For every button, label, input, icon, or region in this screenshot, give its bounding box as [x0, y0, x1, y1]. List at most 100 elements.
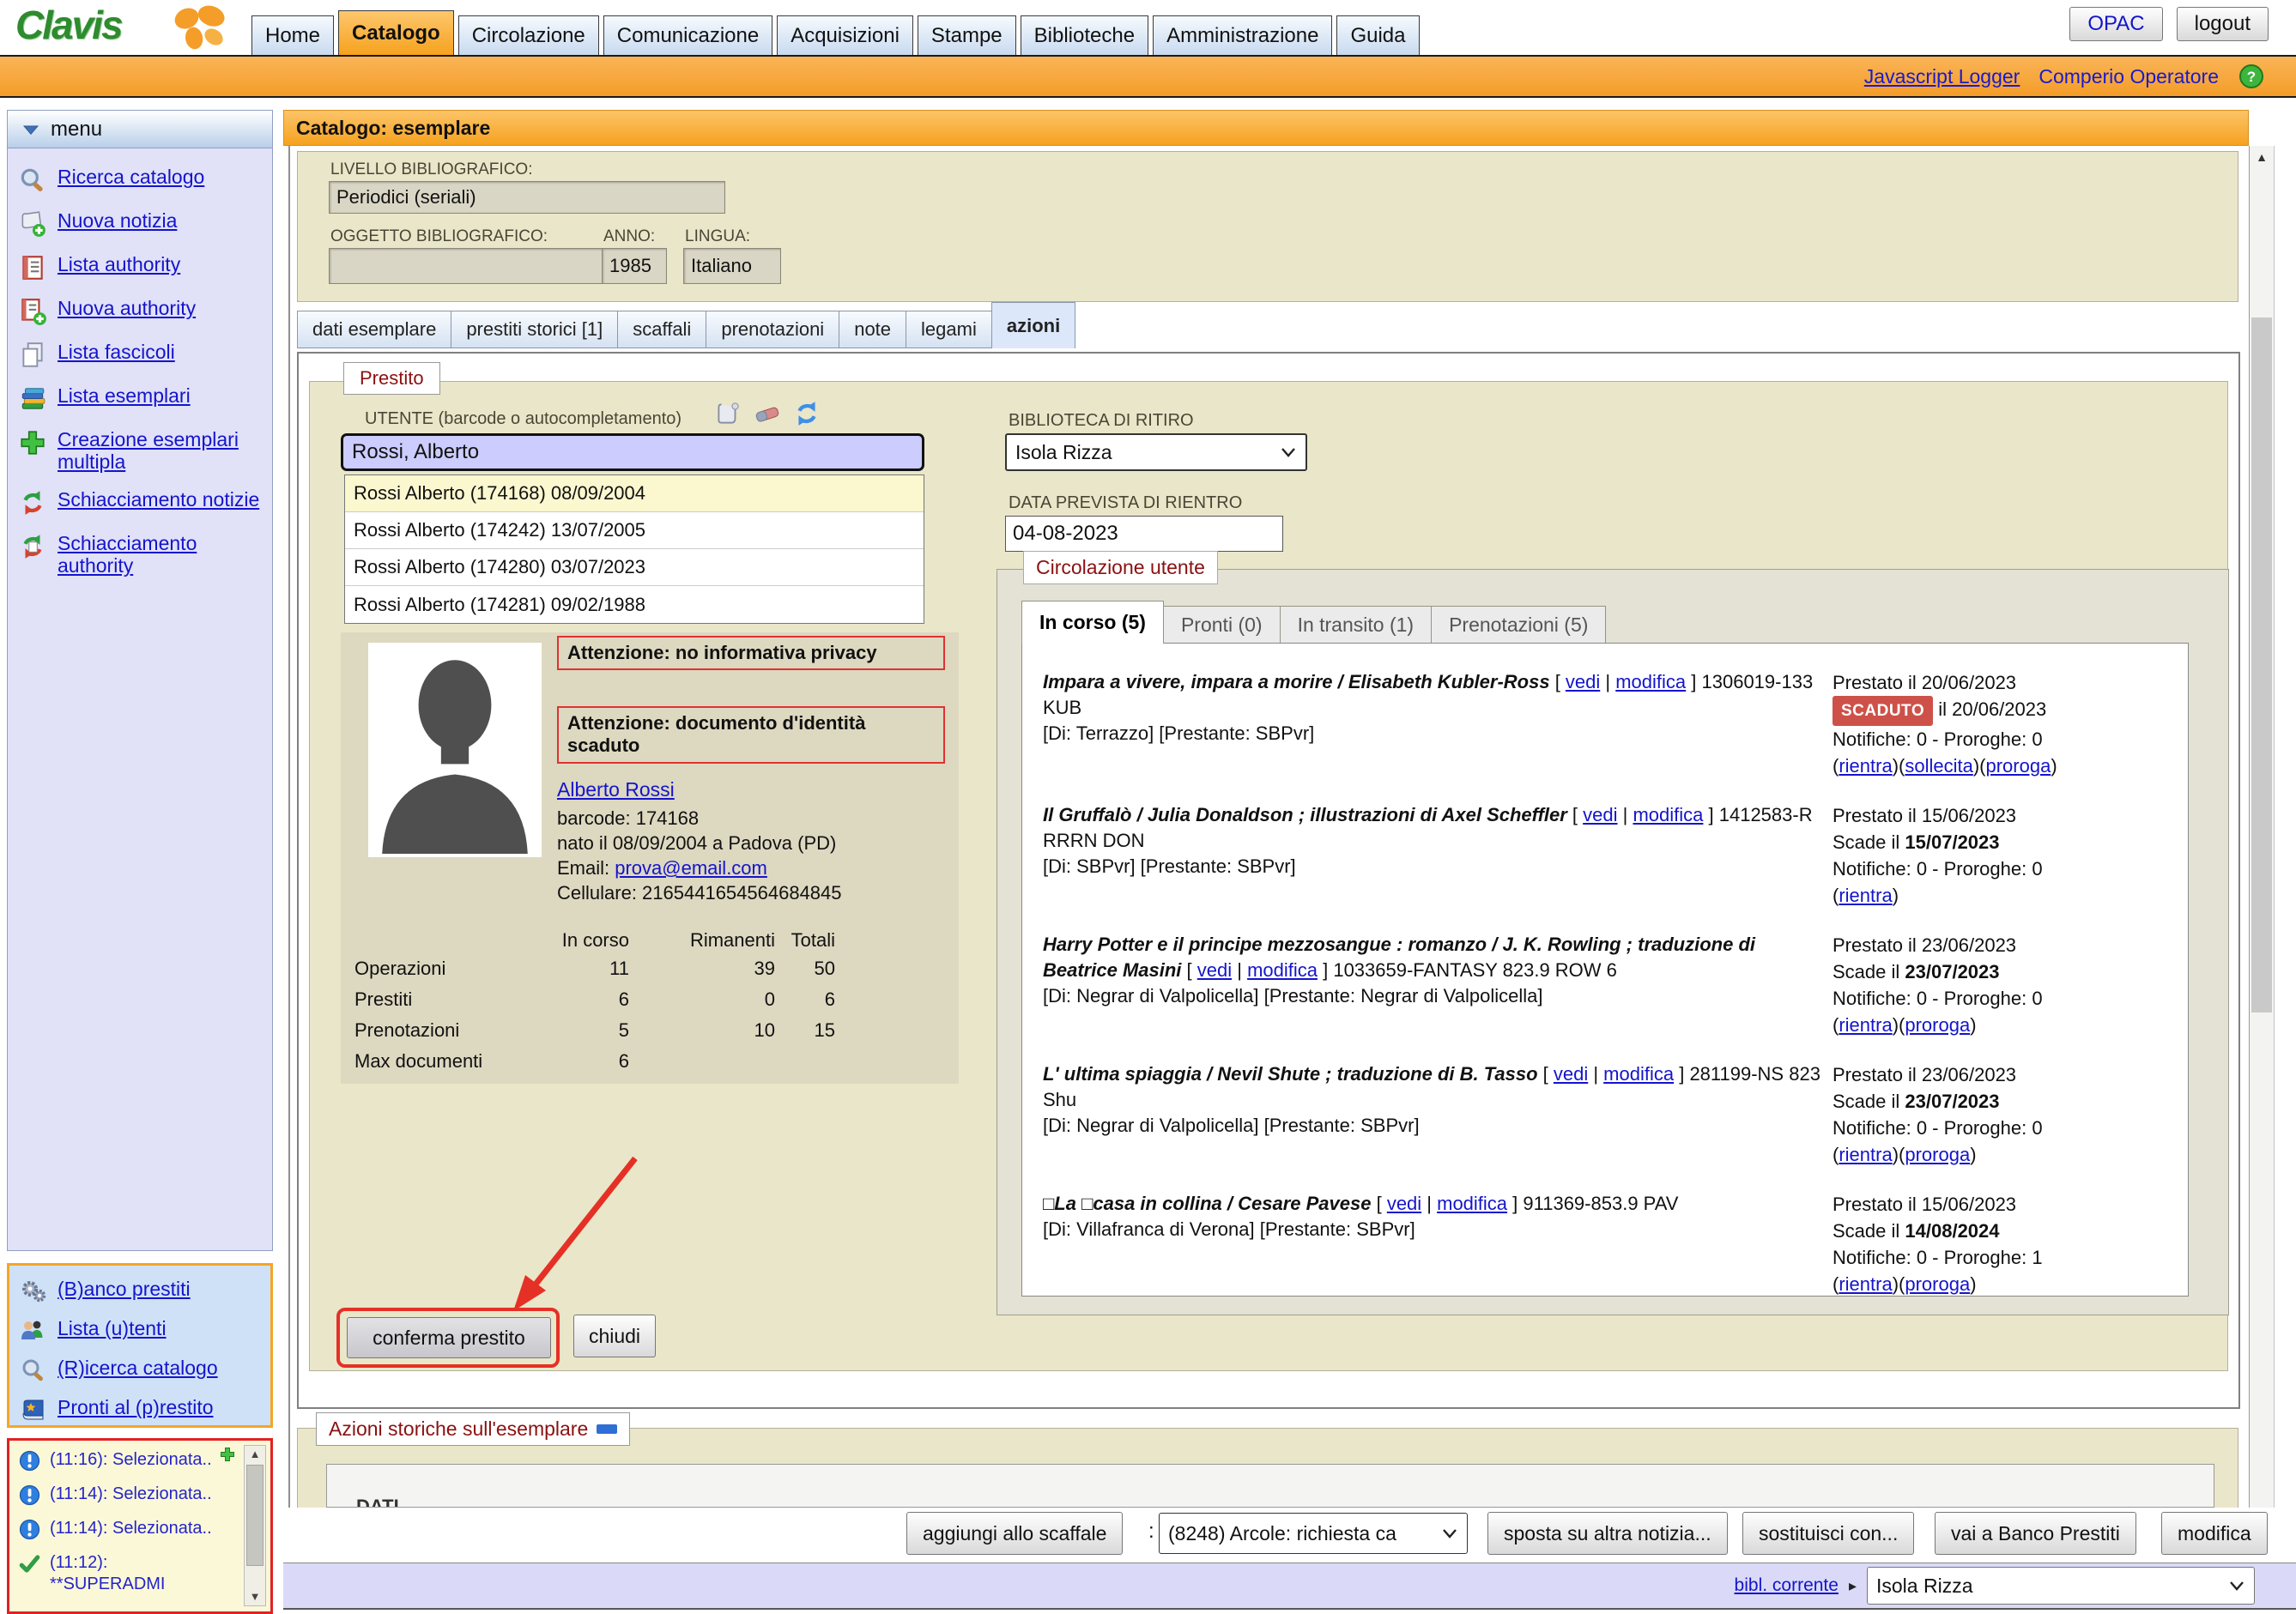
- scaffale-select[interactable]: (8248) Arcole: richiesta ca: [1159, 1513, 1468, 1554]
- sidebar-item-label[interactable]: Nuova notizia: [58, 209, 177, 232]
- item-tab-legami[interactable]: legami: [906, 311, 992, 348]
- loan-action-rientra[interactable]: rientra: [1839, 885, 1892, 906]
- quick-link-item[interactable]: (R)icerca catalogo: [20, 1357, 264, 1384]
- vedi-link[interactable]: vedi: [1387, 1193, 1421, 1214]
- azioni-storiche-tab[interactable]: Azioni storiche sull'esemplare: [316, 1412, 630, 1446]
- modifica-link[interactable]: modifica: [1437, 1193, 1507, 1214]
- log-plus-icon[interactable]: [219, 1446, 236, 1463]
- quick-link-item[interactable]: (B)anco prestiti: [20, 1278, 264, 1305]
- livello-field[interactable]: Periodici (seriali): [329, 181, 725, 214]
- scroll-thumb[interactable]: [246, 1465, 264, 1566]
- nav-tab-circolazione[interactable]: Circolazione: [458, 15, 599, 55]
- modifica-link[interactable]: modifica: [1615, 671, 1686, 692]
- bibl-corrente-link[interactable]: bibl. corrente: [1735, 1575, 1839, 1596]
- loan-action-proroga[interactable]: proroga: [1905, 1144, 1970, 1165]
- sidebar-item[interactable]: Schiacciamento notizie: [18, 488, 264, 517]
- sposta-notizia-button[interactable]: sposta su altra notizia...: [1487, 1512, 1728, 1555]
- sidebar-item[interactable]: Lista fascicoli: [18, 341, 264, 370]
- vedi-link[interactable]: vedi: [1566, 671, 1600, 692]
- autocomplete-option[interactable]: Rossi Alberto (174168) 08/09/2004: [345, 475, 924, 512]
- vedi-link[interactable]: vedi: [1197, 959, 1232, 981]
- item-tab-dati-esemplare[interactable]: dati esemplare: [297, 311, 451, 348]
- sidebar-item-label[interactable]: Creazione esemplari multipla: [58, 428, 264, 474]
- item-tab-prenotazioni[interactable]: prenotazioni: [706, 311, 839, 348]
- nav-tab-amministrazione[interactable]: Amministrazione: [1153, 15, 1332, 55]
- autocomplete-option[interactable]: Rossi Alberto (174281) 09/02/1988: [345, 586, 924, 623]
- item-tab-note[interactable]: note: [839, 311, 906, 348]
- quick-link-item[interactable]: Lista (u)tenti: [20, 1317, 264, 1345]
- eraser-icon[interactable]: [753, 399, 782, 428]
- utente-input[interactable]: Rossi, Alberto: [341, 433, 924, 471]
- quick-link-label[interactable]: Pronti al (p)restito: [58, 1396, 214, 1418]
- main-scrollbar[interactable]: ▲: [2249, 146, 2275, 1562]
- collapse-dash-icon[interactable]: [597, 1424, 617, 1434]
- scroll-icon[interactable]: [713, 399, 742, 428]
- nav-tab-acquisizioni[interactable]: Acquisizioni: [777, 15, 913, 55]
- scroll-up-icon[interactable]: ▲: [2250, 146, 2274, 168]
- quick-link-label[interactable]: (B)anco prestiti: [58, 1278, 191, 1300]
- anno-field[interactable]: 1985: [602, 248, 667, 284]
- scroll-thumb[interactable]: [2251, 317, 2272, 1013]
- loan-action-rientra[interactable]: rientra: [1839, 1273, 1892, 1295]
- autocomplete-option[interactable]: Rossi Alberto (174280) 03/07/2023: [345, 549, 924, 586]
- item-tab-scaffali[interactable]: scaffali: [617, 311, 706, 348]
- sidebar-item[interactable]: Lista authority: [18, 253, 264, 282]
- sostituisci-button[interactable]: sostituisci con...: [1742, 1512, 1914, 1555]
- sidebar-item-label[interactable]: Ricerca catalogo: [58, 166, 204, 188]
- modifica-link[interactable]: modifica: [1247, 959, 1318, 981]
- sidebar-item[interactable]: Nuova notizia: [18, 209, 264, 239]
- quick-link-label[interactable]: Lista (u)tenti: [58, 1317, 167, 1339]
- help-icon[interactable]: ?: [2238, 63, 2265, 90]
- loan-action-proroga[interactable]: proroga: [1985, 755, 2051, 777]
- aggiungi-scaffale-button[interactable]: aggiungi allo scaffale: [906, 1512, 1123, 1555]
- sidebar-item-label[interactable]: Lista authority: [58, 253, 180, 275]
- quick-link-label[interactable]: (R)icerca catalogo: [58, 1357, 218, 1379]
- nav-tab-catalogo[interactable]: Catalogo: [338, 10, 454, 55]
- email-link[interactable]: prova@email.com: [615, 857, 767, 879]
- scroll-up-icon[interactable]: ▲: [245, 1446, 265, 1463]
- loan-tab-pronti-0-[interactable]: Pronti (0): [1163, 606, 1281, 644]
- sidebar-item[interactable]: Creazione esemplari multipla: [18, 428, 264, 474]
- autocomplete-option[interactable]: Rossi Alberto (174242) 13/07/2005: [345, 512, 924, 549]
- loan-action-proroga[interactable]: proroga: [1905, 1014, 1970, 1036]
- sidebar-item[interactable]: Lista esemplari: [18, 384, 264, 414]
- loan-action-rientra[interactable]: rientra: [1839, 755, 1892, 777]
- loan-action-sollecita[interactable]: sollecita: [1905, 755, 1972, 777]
- vedi-link[interactable]: vedi: [1554, 1063, 1588, 1085]
- sidebar-item-label[interactable]: Lista fascicoli: [58, 341, 175, 363]
- sidebar-item-label[interactable]: Schiacciamento authority: [58, 532, 264, 577]
- nav-tab-stampe[interactable]: Stampe: [918, 15, 1016, 55]
- opac-button[interactable]: OPAC: [2069, 7, 2162, 41]
- sidebar-item[interactable]: Ricerca catalogo: [18, 166, 264, 195]
- biblioteca-select[interactable]: Isola Rizza: [1005, 433, 1307, 471]
- user-name-link[interactable]: Alberto Rossi: [557, 778, 675, 801]
- lingua-field[interactable]: Italiano: [683, 248, 781, 284]
- chiudi-button[interactable]: chiudi: [573, 1315, 656, 1357]
- loan-action-proroga[interactable]: proroga: [1905, 1273, 1970, 1295]
- loan-tab-in-transito-1-[interactable]: In transito (1): [1280, 606, 1433, 644]
- oggetto-field[interactable]: [329, 248, 607, 284]
- logout-button[interactable]: logout: [2177, 7, 2269, 41]
- nav-tab-home[interactable]: Home: [251, 15, 334, 55]
- nav-tab-biblioteche[interactable]: Biblioteche: [1021, 15, 1148, 55]
- sidebar-item-label[interactable]: Nuova authority: [58, 297, 196, 319]
- nav-tab-comunicazione[interactable]: Comunicazione: [603, 15, 772, 55]
- sidebar-item-label[interactable]: Schiacciamento notizie: [58, 488, 259, 511]
- conferma-prestito-button[interactable]: conferma prestito: [347, 1317, 551, 1358]
- loan-tab-prenotazioni-5-[interactable]: Prenotazioni (5): [1431, 606, 1606, 644]
- item-tab-prestiti-storici-1-[interactable]: prestiti storici [1]: [451, 311, 618, 348]
- data-rientro-input[interactable]: 04-08-2023: [1005, 516, 1283, 552]
- modifica-link[interactable]: modifica: [1603, 1063, 1674, 1085]
- refresh-icon[interactable]: [792, 399, 821, 428]
- modifica-link[interactable]: modifica: [1633, 804, 1703, 825]
- quick-link-item[interactable]: Pronti al (p)restito: [20, 1396, 264, 1424]
- nav-tab-guida[interactable]: Guida: [1336, 15, 1419, 55]
- javascript-logger-link[interactable]: Javascript Logger: [1864, 65, 2020, 88]
- loan-action-rientra[interactable]: rientra: [1839, 1144, 1892, 1165]
- banco-prestiti-button[interactable]: vai a Banco Prestiti: [1935, 1512, 2136, 1555]
- scroll-down-icon[interactable]: ▼: [245, 1588, 265, 1605]
- log-scrollbar[interactable]: ▲ ▼: [244, 1445, 266, 1606]
- menu-header[interactable]: menu: [8, 111, 272, 148]
- loan-action-rientra[interactable]: rientra: [1839, 1014, 1892, 1036]
- modifica-button[interactable]: modifica: [2161, 1512, 2268, 1555]
